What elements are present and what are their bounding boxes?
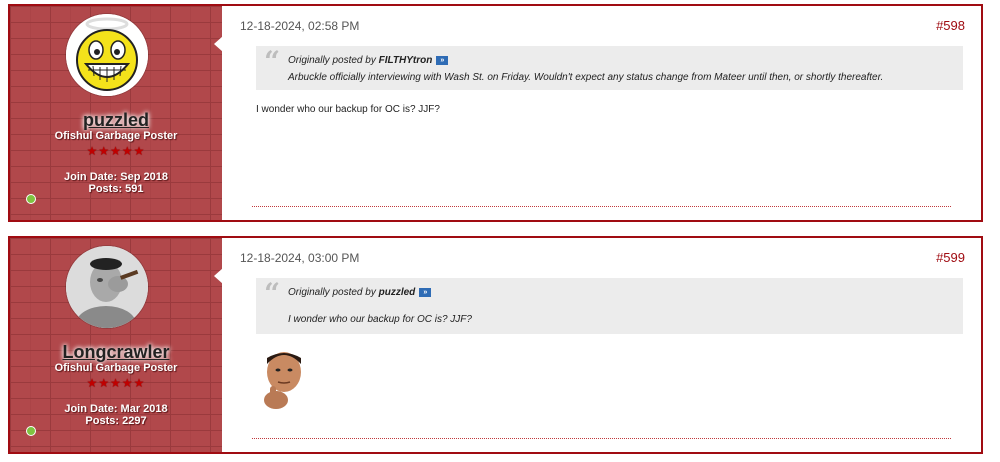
quote-byline: Originally posted by FILTHYtron» <box>288 55 449 66</box>
user-panel: Longcrawler Ofishul Garbage Poster ★★★★★… <box>10 238 223 452</box>
post-divider <box>252 206 951 207</box>
post-599: Longcrawler Ofishul Garbage Poster ★★★★★… <box>8 236 983 454</box>
join-date: Join Date: Sep 2018 <box>64 171 168 183</box>
username-link[interactable]: puzzled <box>10 110 222 131</box>
post-number-link[interactable]: #598 <box>936 18 965 33</box>
post-content: 12-18-2024, 03:00 PM #599 “ Originally p… <box>222 238 981 452</box>
post-body: I wonder who our backup for OC is? JJF? <box>256 104 440 115</box>
online-status-icon <box>26 194 36 204</box>
quoted-user: puzzled <box>378 287 416 298</box>
username-link[interactable]: Longcrawler <box>10 342 222 363</box>
quote-prefix: Originally posted by <box>288 287 379 298</box>
popeye-avatar-icon[interactable] <box>66 246 148 328</box>
view-post-icon[interactable]: » <box>436 55 449 65</box>
user-title: Ofishul Garbage Poster <box>54 362 178 374</box>
quote-byline: Originally posted by puzzled» <box>288 287 432 298</box>
view-post-icon[interactable]: » <box>419 287 432 297</box>
post-date: 12-18-2024, 02:58 PM <box>240 19 360 33</box>
user-panel: puzzled Ofishul Garbage Poster ★★★★★ Joi… <box>10 6 223 220</box>
smiley-halo-icon[interactable] <box>66 14 148 96</box>
rank-stars: ★★★★★ <box>86 376 146 390</box>
thinking-man-image <box>256 348 308 414</box>
post-number-link[interactable]: #599 <box>936 250 965 265</box>
quote-text: Arbuckle officially interviewing with Wa… <box>288 72 884 83</box>
post-count: Posts: 591 <box>88 183 144 195</box>
post-date: 12-18-2024, 03:00 PM <box>240 251 360 265</box>
post-count: Posts: 2297 <box>85 415 147 427</box>
quoted-user: FILTHYtron <box>378 55 433 66</box>
post-598: puzzled Ofishul Garbage Poster ★★★★★ Joi… <box>8 4 983 222</box>
quote-prefix: Originally posted by <box>288 55 379 66</box>
quote-mark-icon: “ <box>264 277 281 310</box>
quote-block: “ Originally posted by puzzled» I wonder… <box>256 278 963 334</box>
quote-mark-icon: “ <box>264 45 281 78</box>
quote-text: I wonder who our backup for OC is? JJF? <box>288 314 472 325</box>
post-divider <box>252 438 951 439</box>
post-content: 12-18-2024, 02:58 PM #598 “ Originally p… <box>222 6 981 220</box>
join-date: Join Date: Mar 2018 <box>64 403 168 415</box>
rank-stars: ★★★★★ <box>86 144 146 158</box>
quote-block: “ Originally posted by FILTHYtron» Arbuc… <box>256 46 963 90</box>
online-status-icon <box>26 426 36 436</box>
user-title: Ofishul Garbage Poster <box>54 130 178 142</box>
